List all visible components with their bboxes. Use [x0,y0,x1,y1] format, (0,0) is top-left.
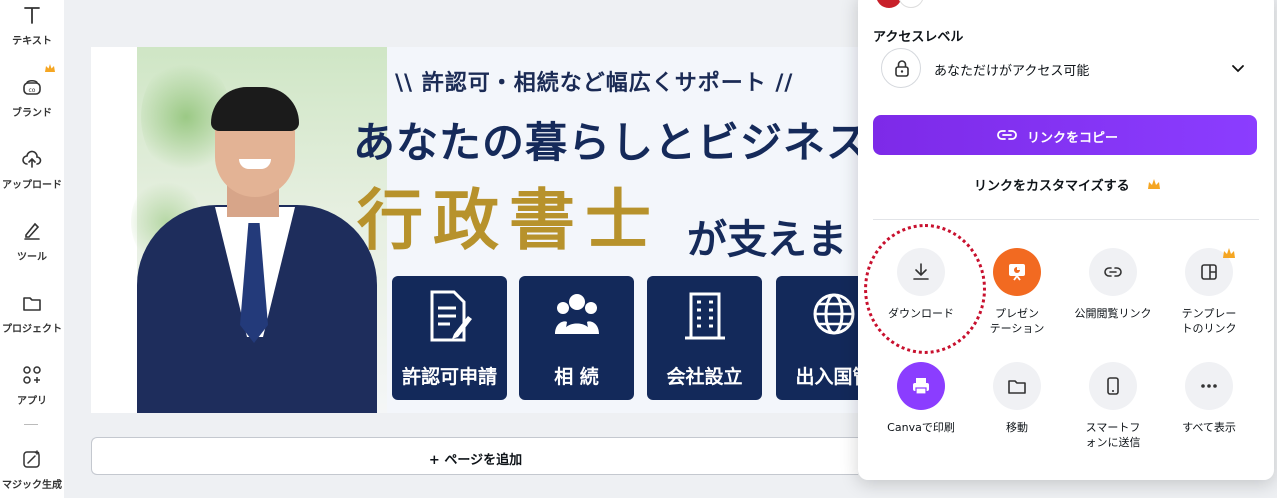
service-card: 出入国管 [776,276,858,400]
customize-link-button[interactable]: リンクをカスタマイズする [974,175,1130,194]
premium-crown-icon [45,64,55,72]
more-icon [1201,384,1217,388]
sidebar-item-label: アプリ [17,396,47,407]
sidebar-item-upload[interactable]: アップロード [0,148,64,191]
sidebar-item-text[interactable]: テキスト [0,4,64,47]
action-label: テンプレー トのリンク [1181,307,1237,335]
action-label: プレゼン テーション [989,307,1045,335]
apps-icon [23,366,41,384]
template-icon [1201,264,1217,280]
banner-left-margin [91,47,137,413]
action-label: 公開閲覧リンク [1074,307,1152,320]
panel-divider [873,219,1259,220]
action-label: 移動 [1006,421,1028,434]
sidebar-item-label: ツール [17,252,47,263]
sidebar-item-label: ブランド [12,108,52,119]
service-card: 相 続 [519,276,634,400]
lock-icon [895,60,909,77]
sidebar-item-apps[interactable]: アプリ [0,364,64,407]
person-smile [239,159,271,169]
sidebar-item-brand[interactable]: co ブランド [0,76,64,119]
action-circle [1089,248,1137,296]
sidebar-item-label: マジック生成 [2,480,62,491]
design-canvas-area: \\ 許認可・相続など幅広くサポート // あなたの暮らしとビジネス 行政書士 … [64,0,858,498]
premium-crown-icon [1148,179,1160,189]
people-icon [555,294,599,334]
service-label: 出入国管 [795,366,858,388]
link-icon [1104,267,1122,277]
action-label: Canvaで印刷 [887,421,955,434]
download-icon [913,263,929,280]
link-icon [997,130,1017,140]
sidebar-item-tools[interactable]: ツール [0,220,64,263]
brand-icon: co [23,79,41,95]
action-circle [1185,362,1233,410]
banner-tagline: \\ 許認可・相続など幅広くサポート // [395,71,794,96]
banner-support-text: が支えま [687,217,847,263]
sidebar-item-label: テキスト [12,36,52,47]
access-level-value: あなただけがアクセス可能 [934,64,1090,79]
action-circle [993,362,1041,410]
share-panel: アクセスレベル あなただけがアクセス可能 リンクをコピー リンクをカスタマイズす… [858,0,1274,480]
design-page[interactable]: \\ 許認可・相続など幅広くサポート // あなたの暮らしとビジネス 行政書士 … [91,47,858,413]
lock-icon-wrap [881,48,921,88]
smartphone-icon [1107,377,1119,395]
action-circle [1089,362,1137,410]
copy-link-button[interactable]: リンクをコピー [873,115,1257,155]
presentation-icon [1009,264,1025,281]
pen-icon [24,222,40,240]
building-icon [685,292,725,340]
printer-icon [913,378,929,395]
sidebar-item-projects[interactable]: プロジェクト [0,292,64,335]
banner-profession: 行政書士 [357,181,661,259]
action-circle [993,248,1041,296]
premium-crown-icon [1223,248,1235,258]
action-label: すべて表示 [1182,421,1236,434]
upload-icon [22,150,42,168]
folder-icon [23,297,41,311]
action-label: ダウンロード [888,307,954,320]
copy-link-label: リンクをコピー [1027,131,1119,146]
folder-icon [1008,380,1026,394]
banner-headline: あなたの暮らしとビジネス [353,118,858,167]
sidebar-item-label: プロジェクト [2,324,62,335]
action-circle [897,362,945,410]
left-sidebar: テキスト co ブランド アップロード ツール プロジェクト アプリ マジック生… [0,0,64,498]
add-page-label: + ページを追加 [428,453,523,468]
access-level-title: アクセスレベル [873,30,964,45]
sidebar-item-label: アップロード [2,180,62,191]
add-page-button[interactable]: + ページを追加 [91,437,858,475]
svg-text:co: co [29,87,36,94]
text-icon [24,7,40,24]
service-label: 相 続 [554,366,599,388]
service-label: 許認可申請 [401,366,497,388]
access-level-dropdown[interactable]: あなただけがアクセス可能 [873,46,1259,90]
action-circle [897,248,945,296]
document-pen-icon [430,290,472,342]
sidebar-divider [24,424,38,425]
globe-icon [813,293,855,335]
avatar [898,0,924,8]
service-label: 会社設立 [666,366,743,388]
chevron-down-icon [1232,65,1244,73]
avatar [876,0,902,8]
service-card: 会社設立 [647,276,762,400]
action-label: スマートフ ォンに送信 [1085,421,1141,449]
service-card: 許認可申請 [392,276,507,400]
sidebar-item-magic[interactable]: マジック生成 [0,448,64,491]
magic-icon [23,450,40,468]
